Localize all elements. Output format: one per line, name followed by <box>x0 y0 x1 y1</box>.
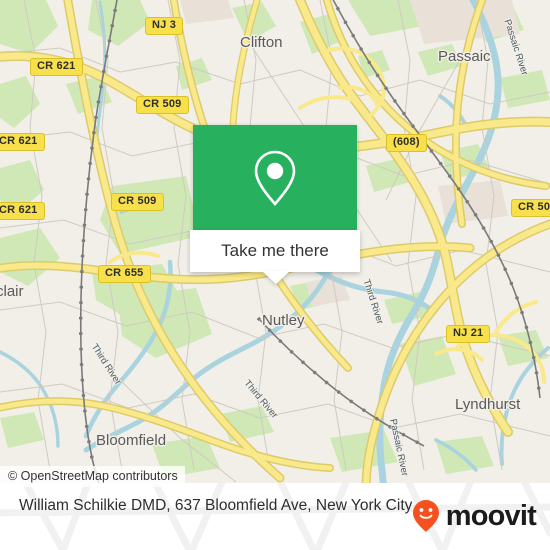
page-footer: William Schilkie DMD, 637 Bloomfield Ave… <box>0 483 550 550</box>
location-pin-icon <box>254 150 296 206</box>
moovit-brand[interactable]: moovit <box>411 499 537 533</box>
osm-attribution[interactable]: © OpenStreetMap contributors <box>0 466 185 487</box>
place-label: clair <box>0 283 24 300</box>
location-title: William Schilkie DMD, 637 Bloomfield Ave… <box>19 497 413 514</box>
popup-card-cta[interactable]: Take me there <box>190 230 360 284</box>
route-shield-cr507: CR 507 <box>511 199 550 217</box>
take-me-there-label: Take me there <box>221 241 329 260</box>
route-shield-cr621: CR 621 <box>0 202 45 220</box>
place-label: Passaic <box>438 48 491 65</box>
route-shield-cr621: CR 621 <box>0 133 45 151</box>
place-label: Lyndhurst <box>455 396 521 413</box>
place-label: Bloomfield <box>96 432 167 449</box>
place-label: Nutley <box>262 312 305 329</box>
route-shield-cr509: CR 509 <box>111 193 164 211</box>
route-shield-nj21: NJ 21 <box>446 325 491 343</box>
map-screenshot-root: Clifton Passaic clair Nutley Lyndhurst B… <box>0 0 550 550</box>
route-shield-608: (608) <box>386 134 427 152</box>
moovit-wordmark: moovit <box>445 500 537 532</box>
destination-popup-card[interactable]: Take me there <box>190 125 360 284</box>
popup-card-header <box>193 125 357 230</box>
place-label: Clifton <box>240 34 283 51</box>
route-shield-cr509: CR 509 <box>136 96 189 114</box>
route-shield-cr655: CR 655 <box>98 265 151 283</box>
route-shield-nj3: NJ 3 <box>145 17 184 35</box>
moovit-smiley-pin-icon <box>412 500 439 532</box>
popup-pointer-tail <box>262 271 290 284</box>
route-shield-cr621: CR 621 <box>30 58 83 76</box>
